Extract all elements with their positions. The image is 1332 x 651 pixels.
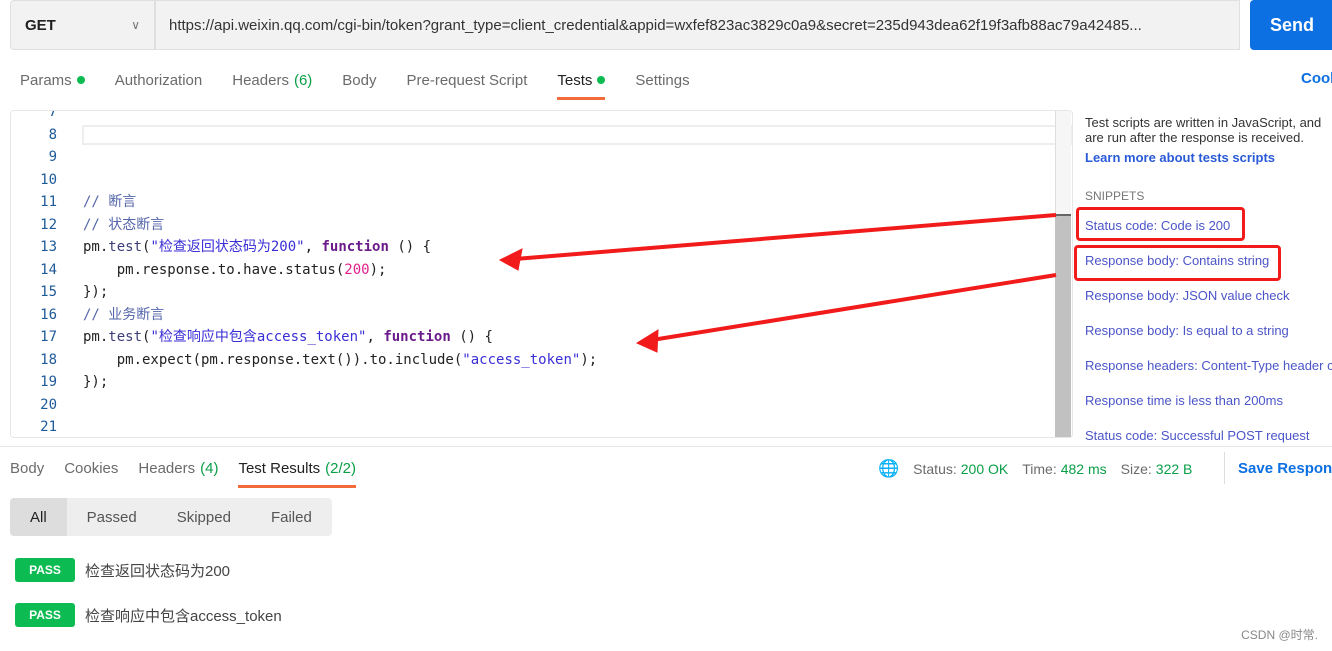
time-value[interactable]: 482 ms xyxy=(1061,461,1107,477)
tab-count: (4) xyxy=(200,459,219,477)
response-tabs: Body Cookies Headers (4) Test Results (2/2) xyxy=(10,448,376,488)
pass-badge: PASS xyxy=(15,603,75,627)
time-label: Time: xyxy=(1022,461,1057,477)
arrow-head xyxy=(498,248,523,271)
tab-label: Body xyxy=(10,459,45,477)
filter-skipped[interactable]: Skipped xyxy=(157,498,251,536)
test-result-row: PASS 检查响应中包含access_token xyxy=(15,603,282,627)
test-name: 检查返回状态码为200 xyxy=(85,562,231,580)
pass-badge: PASS xyxy=(15,558,75,582)
filter-failed[interactable]: Failed xyxy=(251,498,332,536)
response-meta: 🌐 Status: 200 OK Time: 482 ms Size: 322 B xyxy=(878,458,1192,480)
tab-count: (2/2) xyxy=(325,459,356,477)
size-label: Size: xyxy=(1120,461,1152,477)
divider xyxy=(0,446,1332,447)
tab-test-results[interactable]: Test Results (2/2) xyxy=(238,448,356,488)
filter-passed[interactable]: Passed xyxy=(67,498,157,536)
tab-label: Headers xyxy=(138,459,196,477)
save-response-button[interactable]: Save Response xyxy=(1224,452,1332,484)
result-filters: All Passed Skipped Failed xyxy=(10,498,332,536)
tab-body[interactable]: Body xyxy=(10,448,44,488)
status-value[interactable]: 200 OK xyxy=(961,461,1008,477)
globe-lock-icon[interactable]: 🌐 xyxy=(878,459,899,479)
watermark: CSDN @时常. xyxy=(1241,628,1318,642)
size-value[interactable]: 322 B xyxy=(1156,461,1193,477)
annotation-arrow xyxy=(651,273,1057,342)
tab-label: Test Results xyxy=(238,459,321,477)
arrow-head xyxy=(635,329,659,353)
annotation-arrows xyxy=(498,213,1057,353)
test-result-row: PASS 检查返回状态码为200 xyxy=(15,558,230,582)
status-label: Status: xyxy=(913,461,957,477)
annotation-arrow xyxy=(514,213,1057,261)
tab-cookies[interactable]: Cookies xyxy=(64,448,118,488)
tab-label: Cookies xyxy=(64,459,119,477)
filter-all[interactable]: All xyxy=(10,498,67,536)
tab-headers[interactable]: Headers (4) xyxy=(138,448,218,488)
test-name: 检查响应中包含access_token xyxy=(85,607,282,625)
